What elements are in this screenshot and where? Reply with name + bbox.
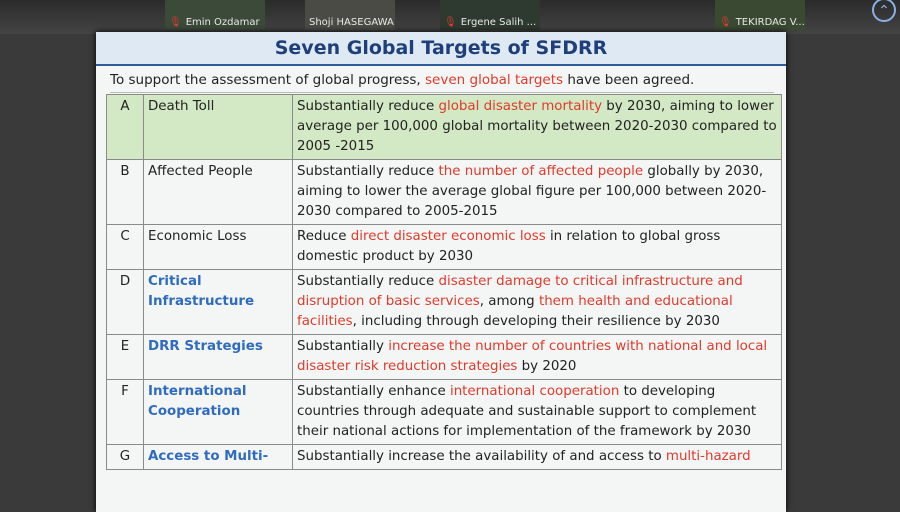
participant-tile[interactable]: Shoji HASEGAWA bbox=[305, 0, 395, 30]
description-segment: , among bbox=[479, 294, 539, 309]
participant-tile[interactable]: 🎙 TEKIRDAG V... bbox=[715, 0, 805, 30]
description-segment: global disaster mortality bbox=[438, 99, 603, 114]
description-segment: Substantially increase the availability … bbox=[297, 449, 666, 464]
description-segment: Substantially enhance bbox=[297, 384, 450, 399]
expand-icon[interactable]: ⌃ bbox=[872, 0, 896, 22]
target-description: Substantially reduce disaster damage to … bbox=[292, 269, 782, 335]
target-name: Critical Infrastructure bbox=[143, 269, 293, 335]
participant-name: Shoji HASEGAWA bbox=[309, 17, 394, 28]
target-description: Substantially reduce global disaster mor… bbox=[292, 94, 782, 160]
participant-name: TEKIRDAG V... bbox=[735, 17, 805, 28]
description-segment: Reduce bbox=[297, 229, 351, 244]
target-description: Substantially increase the availability … bbox=[292, 444, 782, 470]
description-segment: international cooperation bbox=[449, 384, 620, 399]
participant-tile[interactable]: 🎙 Ergene Salih ... bbox=[440, 0, 540, 30]
target-name: DRR Strategies bbox=[143, 334, 293, 380]
description-segment: Substantially bbox=[297, 339, 389, 354]
target-letter: D bbox=[106, 269, 144, 335]
subtitle-highlight: seven global targets bbox=[425, 72, 564, 88]
participant-tile[interactable]: 🎙 Emin Ozdamar bbox=[165, 0, 265, 30]
target-row: A Death Toll Substantially reduce global d… bbox=[106, 94, 782, 160]
target-name: Death Toll bbox=[143, 94, 293, 160]
subtitle-text: have been agreed. bbox=[563, 72, 695, 88]
target-row: F International Cooperation Substantially … bbox=[106, 379, 782, 445]
description-segment: direct disaster economic loss bbox=[350, 229, 546, 244]
target-letter: B bbox=[106, 159, 144, 225]
target-name: Affected People bbox=[143, 159, 293, 225]
target-description: Substantially reduce the number of affec… bbox=[292, 159, 782, 225]
target-row: D Critical Infrastructure Substantially re… bbox=[106, 269, 782, 335]
description-segment: Substantially reduce bbox=[297, 99, 439, 114]
target-row: E DRR Strategies Substantially increase th… bbox=[106, 334, 782, 380]
target-letter: A bbox=[106, 94, 144, 160]
slide-subtitle: To support the assessment of global prog… bbox=[110, 68, 774, 93]
participant-strip: 🎙 Emin Ozdamar Shoji HASEGAWA 🎙 Ergene Sal… bbox=[0, 0, 900, 34]
target-row: C Economic Loss Reduce direct disaster eco… bbox=[106, 224, 782, 270]
target-letter: E bbox=[106, 334, 144, 380]
mic-muted-icon: 🎙 bbox=[719, 17, 732, 28]
slide-title-bar: Seven Global Targets of SFDRR bbox=[96, 32, 786, 66]
description-segment: , including through developing their res… bbox=[352, 314, 720, 329]
target-row: G Access to Multi- Substantially increase … bbox=[106, 444, 782, 470]
target-name: International Cooperation bbox=[143, 379, 293, 445]
subtitle-text: To support the assessment of global prog… bbox=[110, 72, 426, 88]
mic-muted-icon: 🎙 bbox=[169, 17, 182, 28]
target-row: B Affected People Substantially reduce the… bbox=[106, 159, 782, 225]
description-segment: by 2020 bbox=[517, 359, 577, 374]
shared-slide: Seven Global Targets of SFDRR To support… bbox=[96, 32, 786, 512]
target-description: Substantially enhance international coop… bbox=[292, 379, 782, 445]
description-segment: the number of affected people bbox=[438, 164, 644, 179]
target-letter: F bbox=[106, 379, 144, 445]
target-letter: G bbox=[106, 444, 144, 470]
description-segment: Substantially reduce bbox=[297, 164, 439, 179]
target-letter: C bbox=[106, 224, 144, 270]
participant-name: Emin Ozdamar bbox=[185, 17, 260, 28]
description-segment: multi-hazard bbox=[665, 449, 751, 464]
mic-muted-icon: 🎙 bbox=[444, 17, 457, 28]
targets-table: A Death Toll Substantially reduce global d… bbox=[106, 94, 782, 470]
description-segment: Substantially reduce bbox=[297, 274, 439, 289]
target-name: Access to Multi- bbox=[143, 444, 293, 470]
target-name: Economic Loss bbox=[143, 224, 293, 270]
slide-title: Seven Global Targets of SFDRR bbox=[274, 37, 608, 59]
target-description: Reduce direct disaster economic loss in … bbox=[292, 224, 782, 270]
target-description: Substantially increase the number of cou… bbox=[292, 334, 782, 380]
participant-name: Ergene Salih ... bbox=[460, 17, 537, 28]
